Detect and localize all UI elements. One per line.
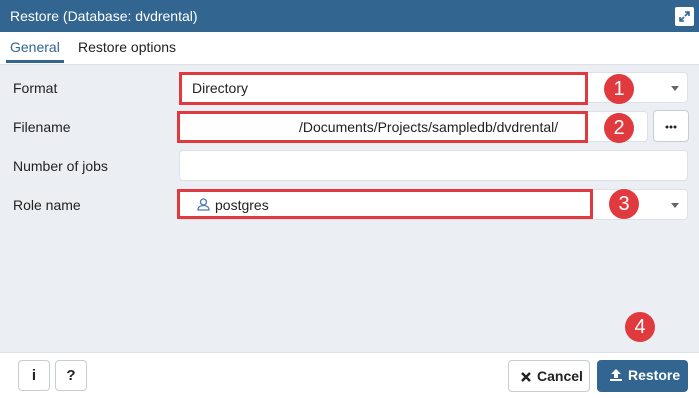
tab-restore-options[interactable]: Restore options	[78, 39, 176, 55]
upload-icon	[610, 369, 622, 381]
step-badge-2: 2	[604, 113, 634, 143]
tab-bar: General Restore options	[0, 32, 699, 65]
expand-icon	[679, 11, 690, 22]
jobs-label: Number of jobs	[13, 158, 108, 174]
browse-button[interactable]	[653, 110, 689, 142]
filename-input[interactable]: /Documents/Projects/sampledb/dvdrental/	[179, 111, 648, 142]
dialog-title: Restore (Database: dvdrental)	[10, 8, 198, 24]
maximize-button[interactable]	[675, 7, 694, 26]
user-icon	[197, 198, 210, 211]
format-value: Directory	[192, 80, 249, 96]
cancel-label: Cancel	[537, 368, 583, 384]
chevron-down-icon	[671, 203, 679, 208]
close-icon	[521, 372, 531, 382]
chevron-down-icon	[671, 86, 679, 91]
tab-general[interactable]: General	[10, 39, 60, 55]
role-label: Role name	[13, 197, 81, 213]
dialog-titlebar: Restore (Database: dvdrental)	[0, 0, 699, 32]
step-badge-1: 1	[604, 74, 634, 104]
help-icon: ?	[66, 367, 76, 384]
restore-button[interactable]: Restore	[597, 360, 688, 392]
step-badge-3: 3	[609, 189, 639, 219]
filename-value: /Documents/Projects/sampledb/dvdrental/	[299, 119, 559, 135]
jobs-input[interactable]	[179, 150, 688, 181]
info-icon: i	[31, 367, 37, 384]
restore-label: Restore	[628, 367, 681, 383]
filename-label: Filename	[13, 119, 71, 135]
help-button[interactable]: ?	[55, 360, 87, 391]
step-badge-4: 4	[625, 312, 655, 342]
active-tab-indicator	[6, 60, 64, 63]
format-label: Format	[13, 80, 58, 96]
role-value: postgres	[215, 197, 269, 213]
info-button[interactable]: i	[18, 360, 50, 391]
cancel-button[interactable]: Cancel	[508, 360, 590, 392]
dialog-footer: i ? Cancel Restore	[0, 352, 699, 398]
ellipsis-icon	[665, 125, 677, 129]
